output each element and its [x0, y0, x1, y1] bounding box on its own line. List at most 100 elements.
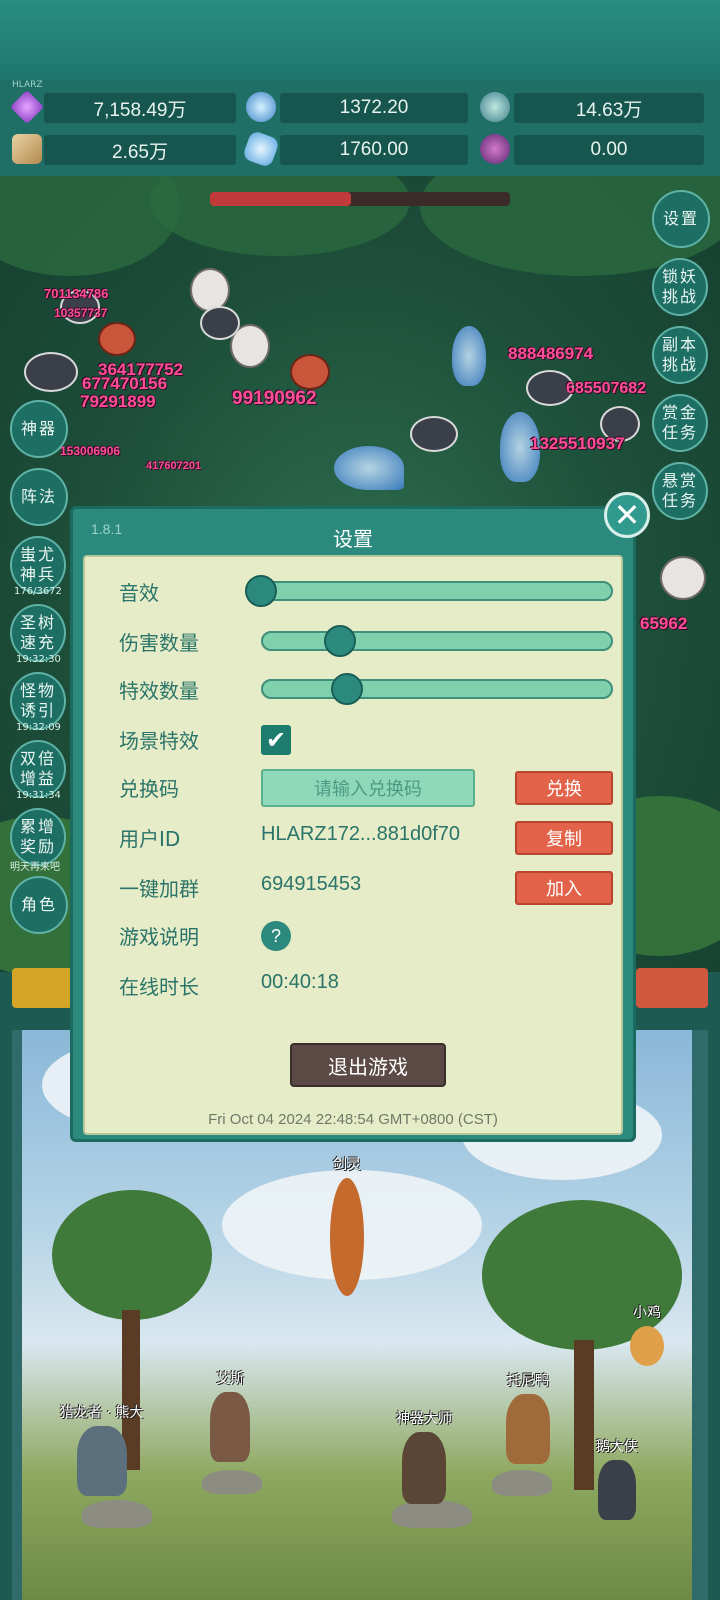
online-time-label: 在线时长 — [119, 975, 199, 999]
damage-number: 153006906 — [60, 444, 121, 458]
effect-count-label: 特效数量 — [119, 679, 199, 703]
sound-slider-handle[interactable] — [245, 575, 277, 607]
npc-goose-hero[interactable]: 鹅大侠 — [596, 1436, 638, 1520]
side-button-character[interactable]: 角色 — [10, 876, 68, 934]
damage-number: 685507682 — [566, 380, 647, 397]
rock — [392, 1500, 472, 1528]
resource-orb: 14.63万 — [514, 93, 704, 123]
side-button-dungeon-challenge[interactable]: 副本挑战 — [652, 326, 708, 384]
sound-label: 音效 — [119, 581, 159, 605]
online-time-value: 00:40:18 — [261, 971, 339, 993]
blue-flame-effect — [452, 326, 486, 386]
side-button-demon-challenge[interactable]: 锁妖挑战 — [652, 258, 708, 316]
side-button-formation[interactable]: 阵法 — [10, 468, 68, 526]
damage-number: 10357737 — [54, 306, 108, 320]
side-button-buff-timer: 19:31:34 — [16, 790, 61, 801]
damage-number: 65962 — [640, 614, 688, 633]
side-button-artifact[interactable]: 神器 — [10, 400, 68, 458]
rock — [82, 1500, 152, 1528]
teal-orb-icon — [480, 92, 510, 122]
settings-panel: 音效 伤害数量 特效数量 场景特效 ✔ 兑换码 请输入兑换码 兑换 用户ID H… — [83, 555, 623, 1135]
bottom-tab[interactable] — [636, 968, 708, 1008]
npc-name: 托尼鸭 — [507, 1373, 549, 1389]
purple-potion-icon — [480, 134, 510, 164]
redeem-button[interactable]: 兑换 — [515, 771, 613, 805]
effect-count-slider[interactable] — [261, 673, 613, 705]
redeem-code-label: 兑换码 — [119, 777, 179, 801]
resource-ice: 1760.00 — [280, 135, 468, 165]
npc-artifact-master[interactable]: 神器大师 — [396, 1408, 452, 1504]
bottom-tab[interactable] — [12, 968, 72, 1008]
current-datetime: Fri Oct 04 2024 22:48:54 GMT+0800 (CST) — [208, 1111, 498, 1128]
side-button-tree-timer: 19:32:30 — [16, 654, 61, 665]
damage-count-slider[interactable] — [261, 625, 613, 657]
npc-sprite — [402, 1432, 446, 1504]
npc-sprite — [76, 1426, 127, 1496]
copy-button[interactable]: 复制 — [515, 821, 613, 855]
resource-panel-tag: HLARZ — [12, 80, 43, 90]
side-button-lure-timer: 19:32:09 — [16, 722, 61, 733]
rock — [202, 1470, 262, 1494]
npc-name: 猎龙者 · 熊大 — [60, 1405, 144, 1421]
side-button-reward-status: 明天再来吧 — [10, 862, 60, 873]
game-screen: HLARZ 7,158.49万 1372.20 14.63万 2.65万 176… — [0, 0, 720, 1600]
foliage — [150, 176, 410, 256]
resource-scroll: 2.65万 — [44, 135, 236, 165]
npc-name: 鹅大侠 — [596, 1439, 638, 1455]
scene-effect-checkbox[interactable]: ✔ — [261, 725, 291, 755]
red-monster — [98, 322, 136, 356]
effect-count-slider-handle[interactable] — [330, 673, 363, 705]
npc-name: 剑灵 — [333, 1157, 361, 1173]
npc-name: 艾斯 — [216, 1371, 244, 1387]
npc-sprite — [330, 1178, 364, 1296]
npc-name: 小鸡 — [633, 1305, 661, 1321]
npc-dragon-hunter-bear[interactable]: 猎龙者 · 熊大 — [60, 1402, 143, 1496]
user-id-label: 用户ID — [119, 827, 181, 851]
damage-count-label: 伤害数量 — [119, 631, 199, 655]
resource-crystal: 1372.20 — [280, 93, 468, 123]
resource-gems: 7,158.49万 — [44, 93, 236, 123]
join-button[interactable]: 加入 — [515, 871, 613, 905]
tree — [52, 1190, 212, 1320]
dialog-title: 设置 — [333, 527, 373, 551]
resource-potion: 0.00 — [514, 135, 704, 165]
damage-number: 677470156 — [82, 374, 168, 393]
help-icon[interactable]: ? — [261, 921, 291, 951]
user-id-value: HLARZ172...881d0f70 — [261, 823, 461, 845]
npc-ace[interactable]: 艾斯 — [210, 1368, 250, 1462]
damage-number: 79291899 — [80, 392, 156, 411]
npc-sprite — [210, 1392, 250, 1462]
group-number: 694915453 — [261, 873, 362, 895]
npc-sprite — [598, 1460, 636, 1520]
redeem-code-input[interactable]: 请输入兑换码 — [261, 769, 475, 807]
side-button-chiyou-progress: 176/3672 — [14, 586, 62, 597]
close-icon[interactable]: ✕ — [604, 492, 650, 538]
sound-slider[interactable] — [245, 575, 613, 607]
sword-slash-effect — [334, 446, 404, 490]
settings-dialog: 1.8.1 设置 音效 伤害数量 特效数量 场景特效 ✔ 兑换码 请输入兑换码 … — [70, 506, 636, 1142]
npc-tony-duck[interactable]: 托尼鸭 — [506, 1370, 550, 1464]
quit-game-button[interactable]: 退出游戏 — [290, 1043, 446, 1087]
damage-number: 1325510937 — [530, 434, 625, 453]
npc-sprite — [506, 1394, 550, 1464]
join-group-label: 一键加群 — [119, 877, 199, 901]
tree-trunk — [574, 1340, 594, 1490]
npc-sprite — [630, 1326, 664, 1366]
boss-hp-bar — [210, 192, 510, 206]
damage-count-slider-handle[interactable] — [324, 625, 357, 657]
scroll-icon — [12, 134, 42, 164]
game-help-label: 游戏说明 — [119, 925, 199, 949]
damage-number: 701134786 — [44, 286, 109, 301]
npc-name: 神器大师 — [396, 1411, 452, 1427]
scene-effect-label: 场景特效 — [119, 729, 199, 753]
ghost-monster — [660, 556, 706, 600]
shadow-monster — [200, 306, 240, 340]
blue-crystal-icon — [246, 92, 276, 122]
damage-number: 888486974 — [508, 344, 594, 363]
side-button-settings[interactable]: 设置 — [652, 190, 710, 248]
side-button-bounty-task[interactable]: 赏金任务 — [652, 394, 708, 452]
shadow-monster — [24, 352, 78, 392]
side-button-reward-task[interactable]: 悬赏任务 — [652, 462, 708, 520]
npc-chick[interactable]: 小鸡 — [630, 1302, 664, 1366]
npc-sword-spirit[interactable]: 剑灵 — [330, 1154, 364, 1296]
